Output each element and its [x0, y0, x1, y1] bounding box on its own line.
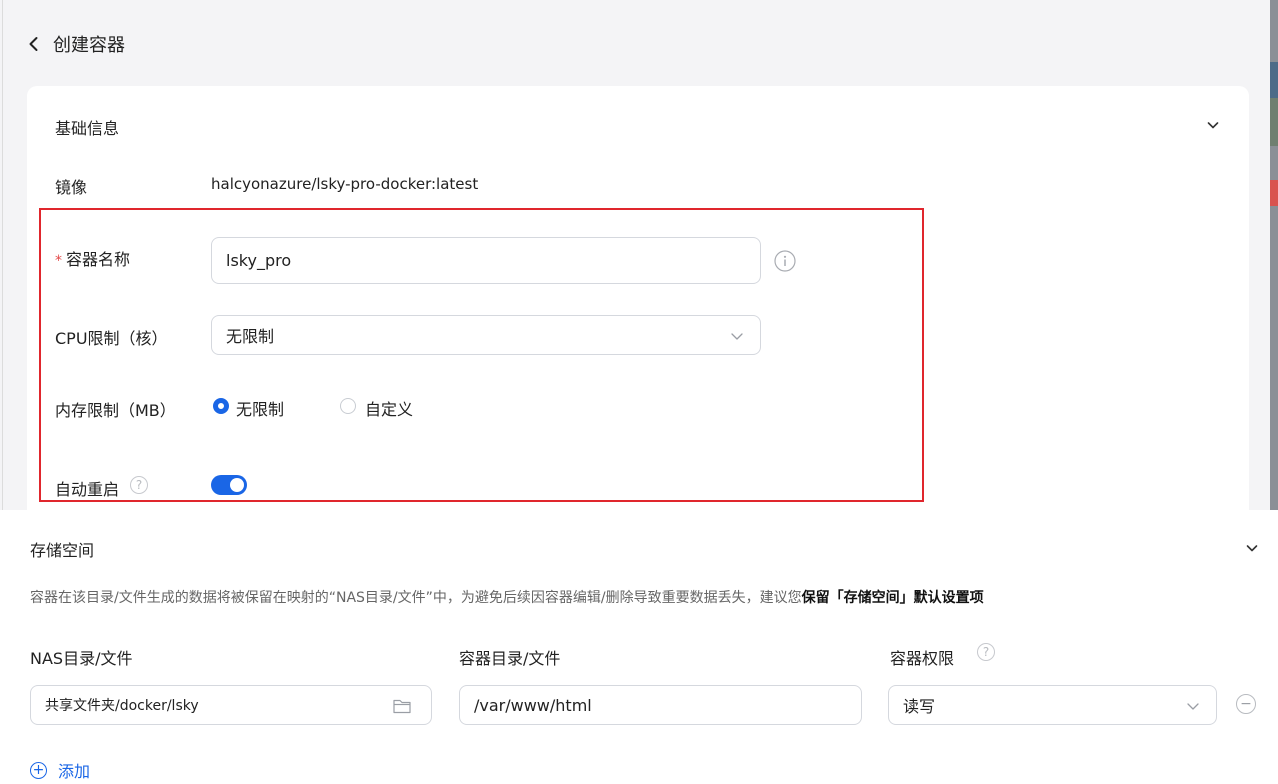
page-title: 创建容器: [53, 35, 125, 56]
required-mark: *: [55, 253, 62, 269]
cpu-limit-label: CPU限制（核）: [55, 329, 168, 348]
storage-title: 存储空间: [30, 541, 95, 560]
container-path-input[interactable]: /var/www/html: [459, 685, 862, 725]
container-path-column-header: 容器目录/文件: [459, 649, 561, 668]
auto-restart-toggle[interactable]: [211, 475, 247, 495]
help-icon[interactable]: ?: [130, 476, 148, 494]
image-value: halcyonazure/lsky-pro-docker:latest: [211, 175, 479, 193]
help-icon[interactable]: ?: [977, 643, 995, 661]
storage-description: 容器在该目录/文件生成的数据将被保留在映射的“NAS目录/文件”中，为避免后续因…: [30, 590, 984, 606]
container-name-input[interactable]: lsky_pro: [211, 237, 761, 284]
adjacent-window-strip: [1270, 0, 1278, 510]
basic-info-title: 基础信息: [55, 119, 120, 138]
permission-value: 读写: [903, 697, 936, 716]
folder-icon[interactable]: [392, 697, 412, 715]
cpu-limit-value: 无限制: [226, 327, 275, 346]
page-header: 创建容器: [25, 30, 125, 58]
plus-circle-icon: +: [30, 761, 47, 779]
minus-circle-icon[interactable]: −: [1236, 694, 1256, 714]
memory-limit-label: 内存限制（MB）: [55, 401, 176, 420]
chevron-down-icon: [731, 333, 743, 340]
nas-path-input[interactable]: 共享文件夹/docker/lsky: [30, 685, 432, 725]
add-mapping-button[interactable]: + 添加: [30, 758, 90, 782]
auto-restart-label: 自动重启: [55, 480, 120, 499]
container-name-label: * 容器名称: [55, 250, 131, 269]
memory-custom-radio[interactable]: [340, 398, 356, 414]
memory-unlimited-label: 无限制: [236, 400, 285, 419]
chevron-down-icon: [1187, 703, 1199, 710]
storage-description-bold: 保留「存储空间」默认设置项: [801, 590, 984, 606]
permission-select[interactable]: 读写: [888, 685, 1217, 725]
chevron-down-icon[interactable]: [1206, 118, 1220, 132]
chevron-down-icon[interactable]: [1245, 541, 1259, 555]
nas-column-header: NAS目录/文件: [30, 649, 133, 668]
memory-unlimited-radio[interactable]: [213, 398, 229, 414]
cpu-limit-select[interactable]: 无限制: [211, 315, 761, 355]
memory-custom-label: 自定义: [365, 400, 414, 419]
nas-path-value: 共享文件夹/docker/lsky: [45, 698, 199, 714]
image-label: 镜像: [55, 178, 88, 197]
info-icon[interactable]: [774, 250, 796, 272]
chevron-left-icon[interactable]: [25, 35, 43, 53]
container-path-value: /var/www/html: [474, 695, 592, 715]
container-name-value: lsky_pro: [226, 251, 292, 270]
add-mapping-label: 添加: [58, 762, 91, 781]
permission-column-header: 容器权限: [890, 649, 955, 668]
